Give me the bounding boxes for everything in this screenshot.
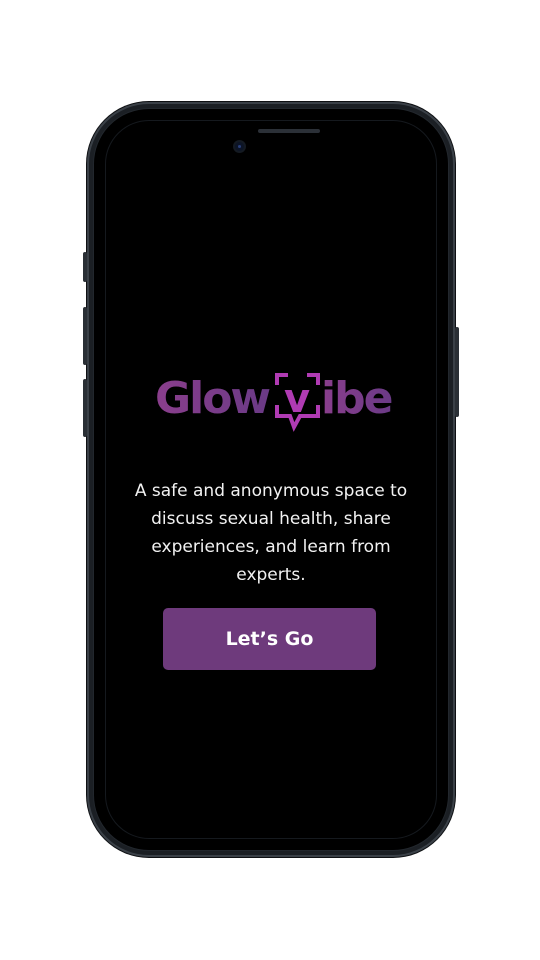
app-screen: Glow v ibe A safe and anonymous space to… xyxy=(105,120,437,839)
glowvibe-logo: Glow v ibe xyxy=(155,373,394,432)
front-camera-icon xyxy=(235,142,244,151)
logo-text-v: v xyxy=(284,376,310,422)
logo-text-ibe: ibe xyxy=(321,373,392,424)
volume-up-button xyxy=(83,307,87,365)
earpiece-speaker xyxy=(258,129,320,133)
page: Glow v ibe A safe and anonymous space to… xyxy=(0,0,540,960)
power-button xyxy=(455,327,459,417)
mute-switch xyxy=(83,252,87,282)
welcome-tagline: A safe and anonymous space to discuss se… xyxy=(134,481,408,585)
lets-go-button[interactable]: Let’s Go xyxy=(163,608,376,670)
volume-down-button xyxy=(83,379,87,437)
logo-text-glow: Glow xyxy=(155,373,270,424)
phone-frame: Glow v ibe A safe and anonymous space to… xyxy=(83,102,459,857)
